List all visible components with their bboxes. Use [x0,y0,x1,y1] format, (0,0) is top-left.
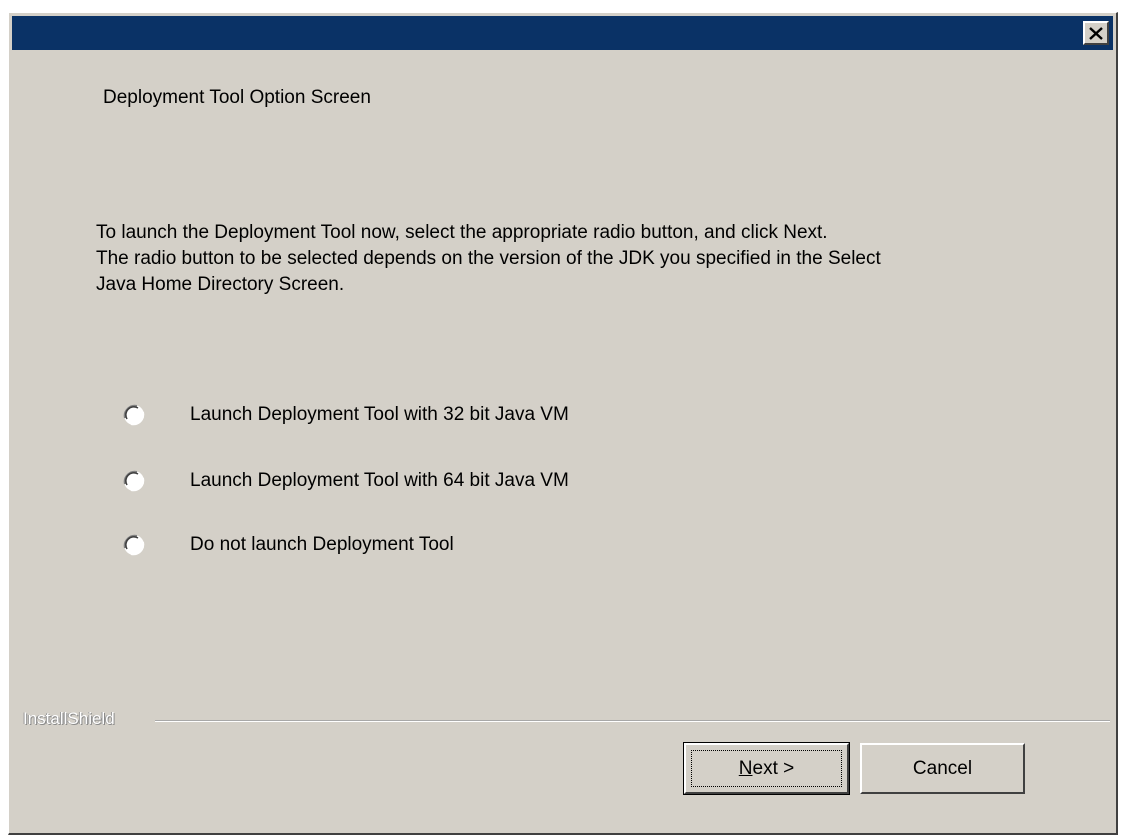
close-button[interactable] [1083,21,1109,45]
radio-button-32bit[interactable] [122,403,146,427]
radio-option-64bit[interactable]: Launch Deployment Tool with 64 bit Java … [122,469,569,493]
radio-button-no-launch[interactable] [122,533,146,557]
instructions-line: Java Home Directory Screen. [96,274,345,295]
radio-label-64bit[interactable]: Launch Deployment Tool with 64 bit Java … [190,470,569,492]
title-bar[interactable] [12,16,1113,50]
radio-label-no-launch[interactable]: Do not launch Deployment Tool [190,534,454,556]
instructions-line: The radio button to be selected depends … [96,248,881,269]
radio-label-32bit[interactable]: Launch Deployment Tool with 32 bit Java … [190,404,569,426]
next-button[interactable]: Next > [683,742,850,795]
radio-button-64bit[interactable] [122,469,146,493]
brand-divider [155,720,1110,722]
instructions-line: To launch the Deployment Tool now, selec… [96,222,828,243]
cancel-button[interactable]: Cancel [860,743,1025,794]
focus-rect [691,750,842,787]
close-icon [1089,26,1103,40]
installshield-brand: InstallShield [23,709,115,728]
page-title: Deployment Tool Option Screen [103,87,371,108]
installer-dialog: Deployment Tool Option Screen To launch … [8,12,1118,835]
instructions-text: To launch the Deployment Tool now, selec… [96,220,1106,298]
radio-option-no-launch[interactable]: Do not launch Deployment Tool [122,533,454,557]
radio-option-32bit[interactable]: Launch Deployment Tool with 32 bit Java … [122,403,569,427]
